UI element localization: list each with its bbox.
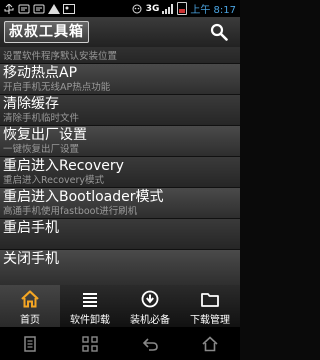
- menu-list: 设置软件程序默认安装位置 移动热点AP 开启手机无线AP热点功能 清除缓存 清除…: [0, 47, 240, 285]
- item-subtitle: 设置软件程序默认安装位置: [3, 51, 118, 62]
- signal-icon: [162, 3, 174, 14]
- app-title: 叔叔工具箱: [4, 21, 89, 43]
- item-title: 恢复出厂设置: [3, 127, 87, 143]
- usb-icon: [4, 3, 14, 14]
- item-title: 移动热点AP: [3, 65, 78, 81]
- network-type: 3G: [145, 3, 160, 14]
- list-item[interactable]: 重启进入Recovery 重启进入Recovery模式: [0, 157, 240, 188]
- mascot-icon: [132, 4, 142, 13]
- notification-icon: [18, 4, 30, 13]
- item-title: 重启手机: [3, 220, 59, 236]
- tab-uninstall[interactable]: 软件卸载: [60, 285, 120, 327]
- system-nav-bar: [0, 327, 240, 360]
- item-title: 重启进入Recovery: [3, 158, 124, 174]
- list-icon: [83, 293, 97, 307]
- bottom-tab-bar: 首页 软件卸载 装机必备 下载管理: [0, 285, 240, 327]
- search-icon[interactable]: [210, 23, 228, 41]
- home-nav-icon[interactable]: [201, 335, 219, 353]
- tab-label: 下载管理: [190, 315, 230, 326]
- tab-label: 软件卸载: [70, 315, 110, 326]
- list-item[interactable]: 重启手机: [0, 219, 240, 250]
- home-icon: [21, 290, 39, 308]
- list-item[interactable]: 清除缓存 清除手机临时文件: [0, 95, 240, 126]
- list-item[interactable]: 关闭手机: [0, 250, 240, 285]
- item-subtitle: 高通手机使用fastboot进行刷机: [3, 206, 138, 217]
- folder-icon: [201, 293, 219, 307]
- warning-icon: [48, 3, 60, 14]
- back-icon[interactable]: [141, 335, 159, 353]
- item-subtitle: 重启进入Recovery模式: [3, 175, 105, 186]
- item-subtitle: 开启手机无线AP热点功能: [3, 82, 111, 93]
- tab-label: 首页: [20, 315, 40, 326]
- app-header: 叔叔工具箱: [0, 17, 240, 47]
- tab-downloads[interactable]: 下载管理: [180, 285, 240, 327]
- image-icon: [63, 3, 75, 14]
- tab-label: 装机必备: [130, 315, 170, 326]
- tab-home[interactable]: 首页: [0, 285, 60, 327]
- item-subtitle: 一键恢复出厂设置: [3, 144, 80, 155]
- menu-icon[interactable]: [21, 335, 39, 353]
- clock: 上午 8:17: [190, 5, 236, 16]
- item-title: 关闭手机: [3, 251, 59, 267]
- notification-icon: [33, 4, 45, 13]
- apps-grid-icon[interactable]: [81, 335, 99, 353]
- list-item[interactable]: 重启进入Bootloader模式 高通手机使用fastboot进行刷机: [0, 188, 240, 219]
- tab-essentials[interactable]: 装机必备: [120, 285, 180, 327]
- item-title: 重启进入Bootloader模式: [3, 189, 164, 205]
- list-item[interactable]: 移动热点AP 开启手机无线AP热点功能: [0, 64, 240, 95]
- status-bar: 3G 上午 8:17: [0, 0, 240, 17]
- download-circle-icon: [141, 290, 159, 308]
- item-title: 清除缓存: [3, 96, 59, 112]
- list-item[interactable]: 设置软件程序默认安装位置: [0, 47, 240, 64]
- battery-icon: [177, 2, 188, 15]
- list-item[interactable]: 恢复出厂设置 一键恢复出厂设置: [0, 126, 240, 157]
- item-subtitle: 清除手机临时文件: [3, 113, 80, 124]
